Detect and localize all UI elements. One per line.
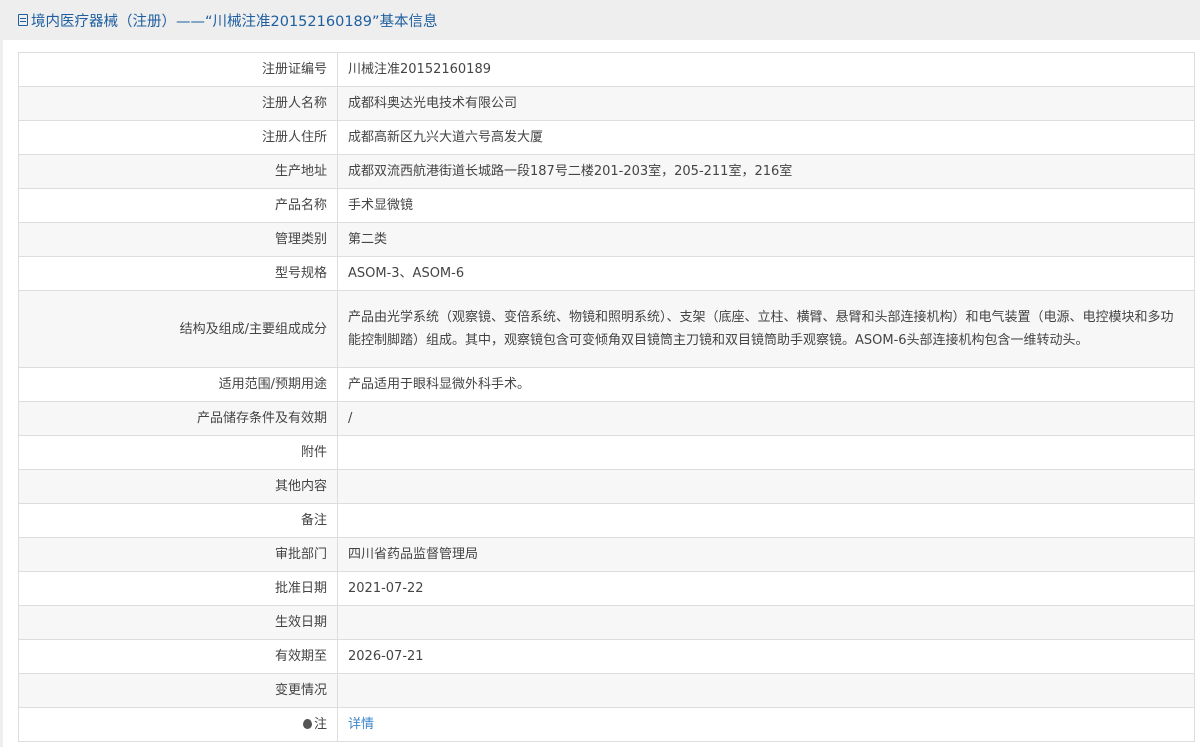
row-label: 审批部门	[18, 537, 338, 572]
row-label: 批准日期	[18, 571, 338, 606]
row-label: 注册证编号	[18, 52, 338, 87]
note-label-cell: 注	[18, 707, 338, 742]
note-row: 注 详情	[18, 707, 1195, 742]
page-edge	[0, 0, 3, 747]
row-value: 2021-07-22	[337, 571, 1195, 606]
row-label: 有效期至	[18, 639, 338, 674]
table-row: 备注	[18, 503, 1195, 538]
table-row: 变更情况	[18, 673, 1195, 708]
table-row: 产品名称 手术显微镜	[18, 188, 1195, 223]
row-value: 成都高新区九兴大道六号高发大厦	[337, 120, 1195, 155]
table-row: 批准日期 2021-07-22	[18, 571, 1195, 606]
row-label: 适用范围/预期用途	[18, 367, 338, 402]
row-label: 结构及组成/主要组成成分	[18, 290, 338, 368]
row-value: ASOM-3、ASOM-6	[337, 256, 1195, 291]
table-row: 适用范围/预期用途 产品适用于眼科显微外科手术。	[18, 367, 1195, 402]
row-label: 其他内容	[18, 469, 338, 504]
table-row: 附件	[18, 435, 1195, 470]
row-label: 产品名称	[18, 188, 338, 223]
row-value: 川械注准20152160189	[337, 52, 1195, 87]
table-row: 注册人名称 成都科奥达光电技术有限公司	[18, 86, 1195, 121]
page-header: 境内医疗器械（注册）——“川械注准20152160189”基本信息	[0, 0, 1200, 40]
row-label: 管理类别	[18, 222, 338, 257]
row-value	[337, 503, 1195, 538]
row-value	[337, 469, 1195, 504]
lightbulb-icon	[302, 719, 312, 729]
row-value	[337, 673, 1195, 708]
row-value: 产品由光学系统（观察镜、变倍系统、物镜和照明系统）、支架（底座、立柱、横臂、悬臂…	[337, 290, 1195, 368]
table-row: 有效期至 2026-07-21	[18, 639, 1195, 674]
table-row: 注册证编号 川械注准20152160189	[18, 52, 1195, 87]
row-label: 备注	[18, 503, 338, 538]
table-row: 产品储存条件及有效期 /	[18, 401, 1195, 436]
table-row: 生产地址 成都双流西航港街道长城路一段187号二楼201-203室，205-211…	[18, 154, 1195, 189]
row-value	[337, 605, 1195, 640]
table-row: 管理类别 第二类	[18, 222, 1195, 257]
row-label: 注册人名称	[18, 86, 338, 121]
row-value: 手术显微镜	[337, 188, 1195, 223]
table-row: 审批部门 四川省药品监督管理局	[18, 537, 1195, 572]
document-icon	[18, 14, 28, 26]
row-label: 生产地址	[18, 154, 338, 189]
row-value: 第二类	[337, 222, 1195, 257]
details-link[interactable]: 详情	[348, 717, 374, 732]
row-label: 产品储存条件及有效期	[18, 401, 338, 436]
row-label: 注册人住所	[18, 120, 338, 155]
table-row: 结构及组成/主要组成成分 产品由光学系统（观察镜、变倍系统、物镜和照明系统）、支架…	[18, 290, 1195, 368]
row-value: 2026-07-21	[337, 639, 1195, 674]
row-value: 成都双流西航港街道长城路一段187号二楼201-203室，205-211室，21…	[337, 154, 1195, 189]
info-table: 注册证编号 川械注准20152160189 注册人名称 成都科奥达光电技术有限公司 注册…	[18, 52, 1195, 742]
table-row: 其他内容	[18, 469, 1195, 504]
note-label: 注	[313, 717, 327, 732]
row-value: 四川省药品监督管理局	[337, 537, 1195, 572]
row-value	[337, 435, 1195, 470]
row-value: /	[337, 401, 1195, 436]
row-label: 变更情况	[18, 673, 338, 708]
row-value: 产品适用于眼科显微外科手术。	[337, 367, 1195, 402]
page-title: 境内医疗器械（注册）——“川械注准20152160189”基本信息	[31, 13, 438, 30]
row-label: 附件	[18, 435, 338, 470]
table-row: 型号规格 ASOM-3、ASOM-6	[18, 256, 1195, 291]
note-value-cell: 详情	[337, 707, 1195, 742]
row-value: 成都科奥达光电技术有限公司	[337, 86, 1195, 121]
table-row: 注册人住所 成都高新区九兴大道六号高发大厦	[18, 120, 1195, 155]
row-label: 生效日期	[18, 605, 338, 640]
table-row: 生效日期	[18, 605, 1195, 640]
row-label: 型号规格	[18, 256, 338, 291]
